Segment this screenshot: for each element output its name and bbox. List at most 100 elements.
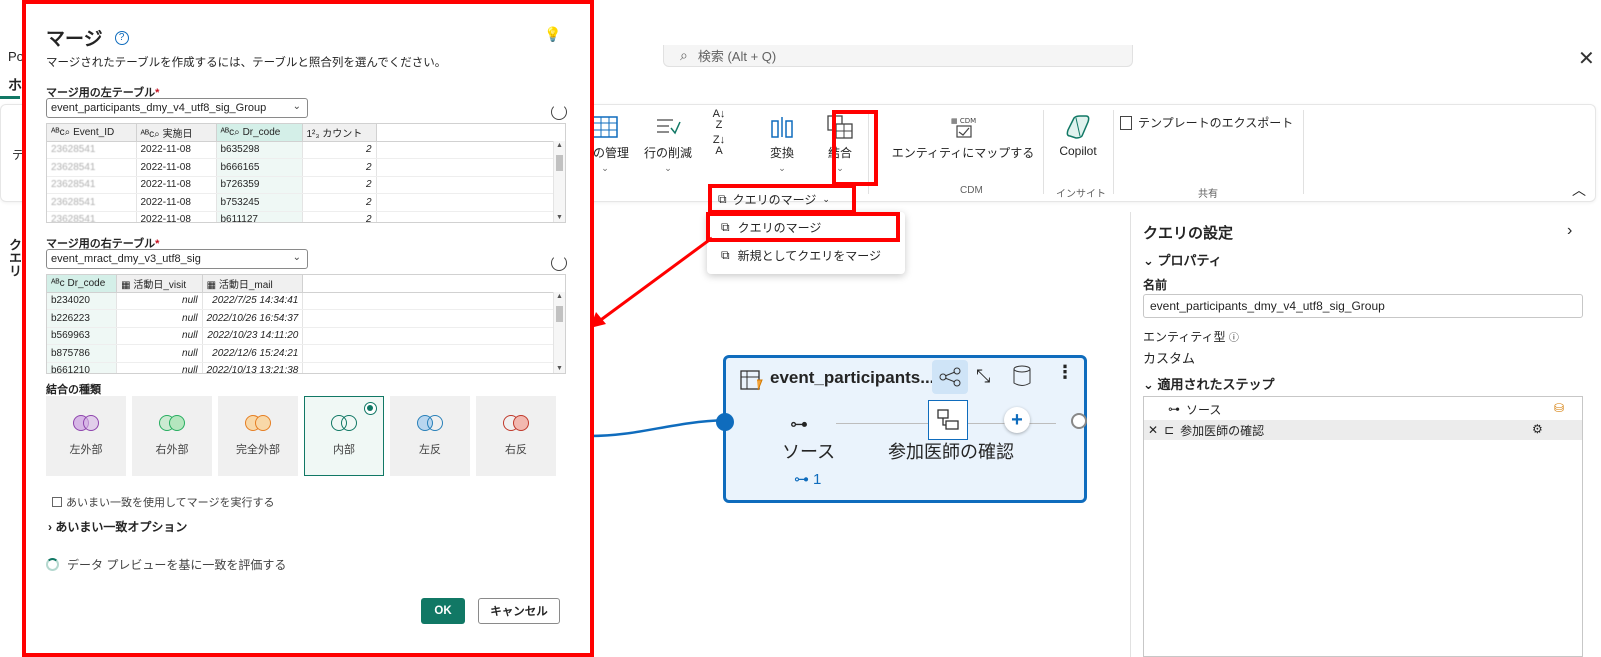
- column-header[interactable]: ᴬᴮᴄ⌕ Event_ID: [47, 124, 137, 142]
- join-label: 内部: [333, 444, 355, 456]
- collapse-ribbon-icon[interactable]: ︿: [1572, 180, 1586, 200]
- input-port[interactable]: [716, 413, 734, 431]
- database-icon[interactable]: [1012, 364, 1032, 393]
- map-entity-button[interactable]: ▦ CDM エンティティにマップする: [888, 114, 1038, 161]
- column-name: 活動日_mail: [218, 279, 273, 291]
- copilot-button[interactable]: Copilot: [1048, 114, 1108, 158]
- share-icon[interactable]: [932, 360, 968, 394]
- step-check-label[interactable]: 参加医師の確認: [888, 438, 1014, 464]
- step-filter-icon[interactable]: [928, 400, 968, 440]
- chevron-down-icon: ⌄: [292, 252, 301, 263]
- table-cell: 2022/10/26 16:54:37: [202, 309, 304, 328]
- refresh-icon[interactable]: [551, 104, 567, 120]
- transform-button[interactable]: 変換 ⌄: [752, 114, 812, 174]
- database-settings-icon[interactable]: ⛁: [1554, 401, 1564, 415]
- scroll-up-icon[interactable]: ▲: [556, 142, 563, 149]
- panel-title: クエリの設定: [1143, 225, 1234, 242]
- checkbox-icon[interactable]: [52, 497, 62, 507]
- chevron-right-icon[interactable]: ›: [1567, 222, 1572, 240]
- cancel-button[interactable]: キャンセル: [478, 598, 560, 624]
- scroll-thumb[interactable]: [556, 306, 563, 322]
- info-icon[interactable]: ⓘ: [1229, 333, 1239, 344]
- chevron-down-icon: ⌄: [778, 163, 786, 173]
- link-count[interactable]: ⊶ 1: [794, 470, 821, 489]
- column-header[interactable]: ▦ 活動日_visit: [116, 275, 203, 293]
- join-full-outer[interactable]: 完全外部: [218, 396, 298, 476]
- column-name: Dr_code: [67, 277, 106, 289]
- close-window-icon[interactable]: ✕: [1578, 46, 1595, 71]
- search-box[interactable]: ⌕ 検索 (Alt + Q): [663, 45, 1133, 67]
- join-right-anti[interactable]: 右反: [476, 396, 556, 476]
- more-options-icon[interactable]: ⋮: [1056, 362, 1074, 383]
- header-row: ᴬᴮᴄ Dr_code ▦ 活動日_visit ▦ 活動日_mail: [47, 275, 565, 293]
- table-cell: 2022-11-08: [136, 193, 217, 212]
- cdm-icon: ▦ CDM: [949, 114, 977, 140]
- left-table-select[interactable]: event_participants_dmy_v4_utf8_sig_Group…: [46, 98, 308, 118]
- step-source-label[interactable]: ソース: [782, 438, 835, 464]
- fuzzy-match-checkbox[interactable]: あいまい一致を使用してマージを実行する: [52, 494, 274, 510]
- export-template-button[interactable]: テンプレートのエクスポート: [1120, 114, 1293, 131]
- delete-step-icon[interactable]: ✕: [1148, 423, 1158, 437]
- ok-button[interactable]: OK: [421, 598, 465, 624]
- step-label: ソース: [1186, 402, 1222, 417]
- left-table-value: event_participants_dmy_v4_utf8_sig_Group: [51, 102, 267, 114]
- join-inner[interactable]: 内部: [304, 396, 384, 476]
- column-header[interactable]: ▦ 活動日_mail: [202, 275, 304, 293]
- right-table-select[interactable]: event_mract_dmy_v3_utf8_sig ⌄: [46, 249, 308, 269]
- applied-steps-header[interactable]: ⌄ 適用されたステップ: [1143, 374, 1275, 393]
- scroll-up-icon[interactable]: ▲: [556, 293, 563, 300]
- query-node[interactable]: event_participants... ⤡ ⋮ ⊶ ソース 参加医師の確認 …: [716, 355, 1087, 503]
- table-cell: 2: [302, 193, 377, 212]
- join-right-outer[interactable]: 右外部: [132, 396, 212, 476]
- remove-rows-button[interactable]: 行の削減 ⌄: [638, 114, 698, 174]
- table-cell: null: [116, 292, 203, 310]
- scrollbar[interactable]: ▲ ▼: [553, 292, 565, 373]
- output-port[interactable]: [1071, 413, 1087, 429]
- join-label: 左外部: [69, 444, 103, 456]
- transform-icon: [768, 114, 796, 140]
- step-item[interactable]: ⊶ ソース ⛁: [1144, 399, 1582, 419]
- join-left-anti[interactable]: 左反: [390, 396, 470, 476]
- home-tab[interactable]: ホ: [8, 75, 22, 95]
- column-name: Event_ID: [73, 126, 115, 138]
- fuzzy-options-expander[interactable]: › あいまい一致オプション: [48, 518, 187, 535]
- checkbox-label: あいまい一致を使用してマージを実行する: [66, 497, 275, 509]
- help-icon[interactable]: ?: [114, 30, 129, 45]
- refresh-icon[interactable]: [551, 255, 567, 271]
- merge-dialog: マージ ? 💡 マージされたテーブルを作成するには、テーブルと照合列を選んでくだ…: [22, 0, 594, 657]
- export-template-label: テンプレートのエクスポート: [1138, 116, 1294, 130]
- table-cell: null: [116, 344, 203, 363]
- chevron-down-icon: ⌄: [601, 163, 609, 173]
- table-cell: [376, 141, 557, 159]
- table-cell: b875786: [47, 344, 118, 363]
- table-cell: 2: [302, 176, 377, 194]
- join-label: 右外部: [155, 444, 189, 456]
- table-cell: [302, 292, 565, 310]
- collapse-icon[interactable]: ⤡: [976, 366, 990, 387]
- properties-header[interactable]: ⌄ プロパティ: [1143, 250, 1222, 269]
- lightbulb-icon[interactable]: 💡: [544, 26, 561, 43]
- scroll-thumb[interactable]: [556, 155, 563, 171]
- gear-icon[interactable]: ⚙: [1532, 422, 1543, 436]
- add-step-icon[interactable]: +: [1004, 407, 1030, 433]
- column-header[interactable]: 1²₃ カウント: [302, 124, 377, 142]
- highlight-merge-item: [706, 212, 900, 242]
- chevron-down-icon: ⌄: [664, 163, 672, 173]
- scroll-down-icon[interactable]: ▼: [556, 365, 563, 372]
- table-cell: 23628541: [47, 211, 137, 222]
- menu-item-merge-as-new[interactable]: ⧉ 新規としてクエリをマージ: [707, 242, 905, 268]
- table-cell: b611127: [216, 211, 303, 222]
- column-header-selected[interactable]: ᴬᴮᴄ⌕ Dr_code: [216, 124, 303, 142]
- join-left-outer[interactable]: 左外部: [46, 396, 126, 476]
- column-header[interactable]: ᴬᴮᴄ⌕ 実施日: [136, 124, 217, 142]
- column-header-selected[interactable]: ᴬᴮᴄ Dr_code: [47, 275, 118, 293]
- scrollbar[interactable]: ▲ ▼: [553, 141, 565, 222]
- sort-button[interactable]: A↓ Z Z↓ A: [700, 109, 738, 160]
- name-field[interactable]: event_participants_dmy_v4_utf8_sig_Group: [1143, 294, 1583, 318]
- table-cell: null: [116, 362, 203, 373]
- step-item-selected[interactable]: ✕ ⊏ 参加医師の確認 ⚙: [1144, 420, 1582, 440]
- group-label-share: 共有: [1198, 189, 1218, 200]
- scroll-down-icon[interactable]: ▼: [556, 214, 563, 221]
- table-row: b875786 null 2022/12/6 15:24:21: [47, 344, 565, 363]
- table-cell: b226223: [47, 309, 118, 328]
